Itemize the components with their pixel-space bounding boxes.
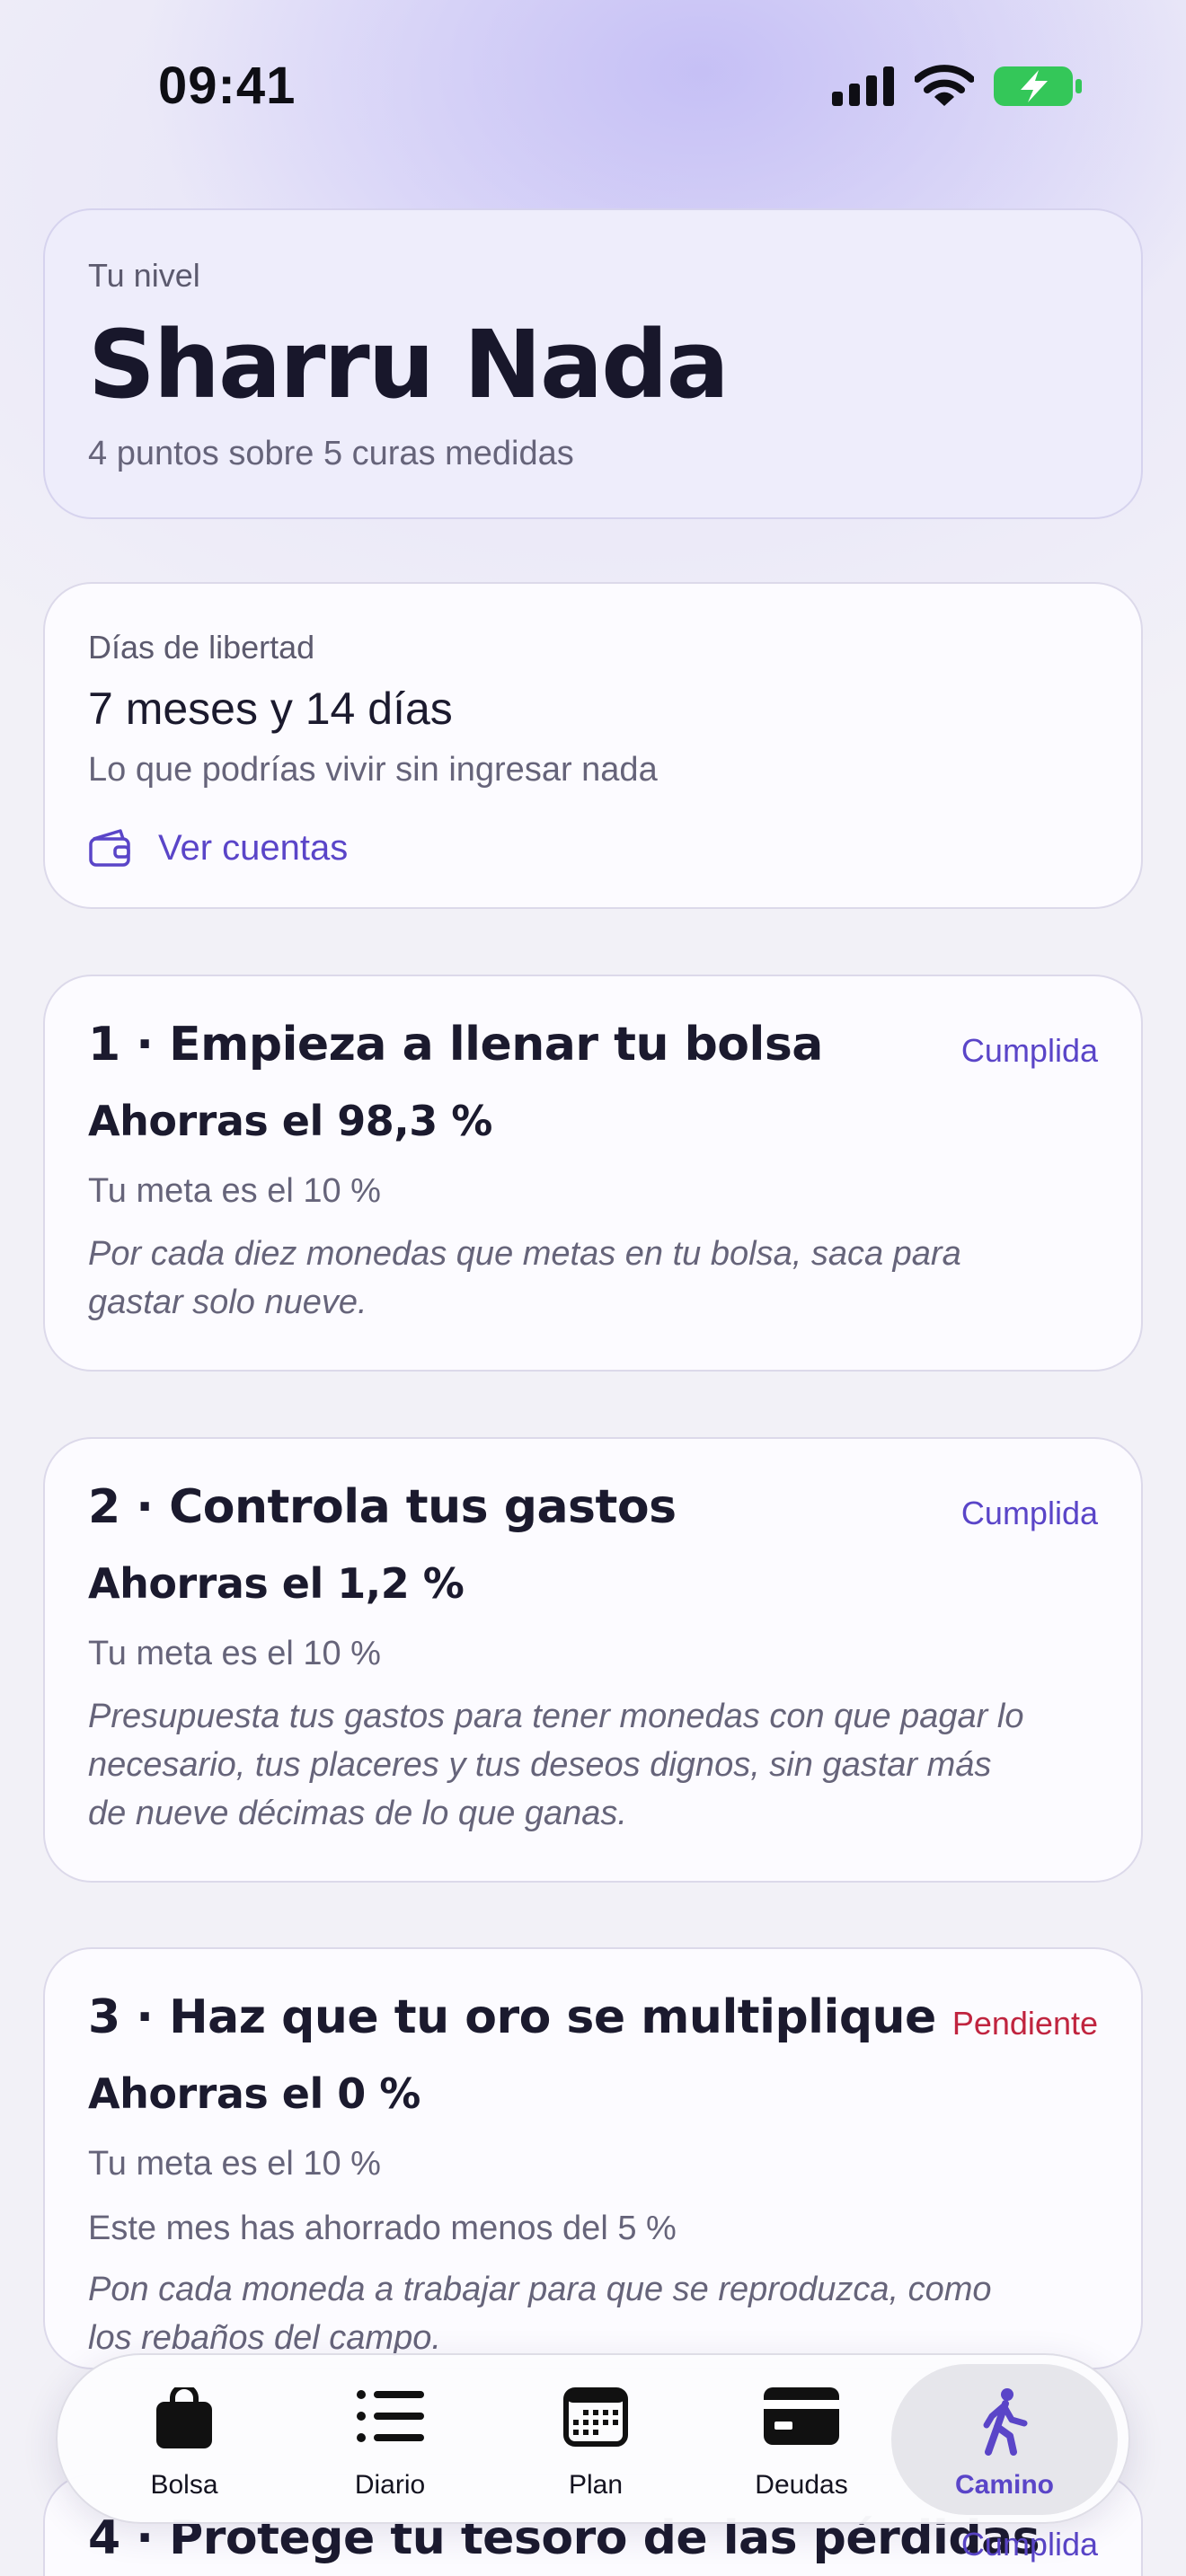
tab-label: Plan <box>568 2470 624 2500</box>
tab-label: Bolsa <box>150 2470 218 2500</box>
status-time: 09:41 <box>158 57 296 115</box>
tab-label: Diario <box>354 2470 426 2500</box>
step-goal: Tu meta es el 10 % <box>88 1172 381 1210</box>
step-status-badge: Cumplida <box>960 2526 1098 2563</box>
tab-plan[interactable]: Plan <box>492 2364 699 2515</box>
step-card-1[interactable]: 1 · Empieza a llenar tu bolsa Cumplida A… <box>43 975 1143 1372</box>
list-icon <box>357 2390 424 2442</box>
wifi-icon <box>915 65 974 106</box>
bag-icon <box>156 2387 212 2448</box>
step-status-badge: Cumplida <box>960 1032 1098 1069</box>
step-quote-line: de nueve décimas de lo que ganas. <box>88 1795 627 1832</box>
step-status-badge: Pendiente <box>951 2005 1098 2042</box>
freedom-value: 7 meses y 14 días <box>88 684 453 734</box>
step-status-badge: Cumplida <box>960 1495 1098 1531</box>
cellular-signal-icon <box>832 66 894 106</box>
step-title: 1 · Empieza a llenar tu bolsa <box>88 1018 823 1072</box>
walking-person-icon <box>983 2388 1028 2456</box>
level-card: Tu nivel Sharru Nada 4 puntos sobre 5 cu… <box>43 208 1143 519</box>
step-goal: Tu meta es el 10 % <box>88 2145 381 2183</box>
tab-camino[interactable]: Camino <box>891 2364 1118 2515</box>
step-card-2[interactable]: 2 · Controla tus gastos Cumplida Ahorras… <box>43 1437 1143 1883</box>
freedom-label: Días de libertad <box>88 629 315 666</box>
step-quote-line: Pon cada moneda a trabajar para que se r… <box>88 2271 992 2308</box>
step-quote-line: gastar solo nueve. <box>88 1284 367 1321</box>
tab-label: Camino <box>954 2470 1054 2500</box>
step-quote-line: Por cada diez monedas que metas en tu bo… <box>88 1235 961 1273</box>
step-quote: Presupuesta tus gastos para tener moneda… <box>88 1692 1098 1838</box>
calendar-icon <box>563 2387 628 2447</box>
step-goal: Tu meta es el 10 % <box>88 1635 381 1672</box>
bottom-tab-bar: Bolsa Diario Plan Deudas Camino <box>56 2353 1130 2524</box>
status-icons <box>832 65 1084 108</box>
step-quote: Por cada diez monedas que metas en tu bo… <box>88 1230 1098 1327</box>
step-title: 2 · Controla tus gastos <box>88 1480 677 1534</box>
step-card-3[interactable]: 3 · Haz que tu oro se multiplique Pendie… <box>43 1947 1143 2369</box>
tab-deudas[interactable]: Deudas <box>698 2364 905 2515</box>
level-subtitle: 4 puntos sobre 5 curas medidas <box>88 435 574 472</box>
step-quote: Pon cada moneda a trabajar para que se r… <box>88 2265 1098 2362</box>
battery-charging-icon <box>994 66 1082 106</box>
step-note: Este mes has ahorrado menos del 5 % <box>88 2210 677 2247</box>
tab-bolsa[interactable]: Bolsa <box>81 2364 288 2515</box>
step-quote-line: necesario, tus placeres y tus deseos dig… <box>88 1746 992 1784</box>
level-label: Tu nivel <box>88 257 200 294</box>
view-accounts-link[interactable]: Ver cuentas <box>88 825 1098 871</box>
level-title: Sharru Nada <box>88 310 730 419</box>
freedom-caption: Lo que podrías vivir sin ingresar nada <box>88 751 658 789</box>
tab-label: Deudas <box>755 2470 848 2500</box>
step-saving: Ahorras el 98,3 % <box>88 1097 492 1145</box>
tab-diario[interactable]: Diario <box>287 2364 493 2515</box>
step-quote-line: Presupuesta tus gastos para tener moneda… <box>88 1698 1024 1735</box>
view-accounts-label: Ver cuentas <box>158 827 349 868</box>
freedom-days-card: Días de libertad 7 meses y 14 días Lo qu… <box>43 582 1143 909</box>
step-saving: Ahorras el 0 % <box>88 2069 420 2118</box>
wallet-icon <box>89 829 130 867</box>
credit-card-icon <box>764 2387 839 2445</box>
step-saving: Ahorras el 1,2 % <box>88 1559 465 1608</box>
step-title: 3 · Haz que tu oro se multiplique <box>88 1990 936 2044</box>
status-bar: 09:41 <box>0 0 1186 171</box>
